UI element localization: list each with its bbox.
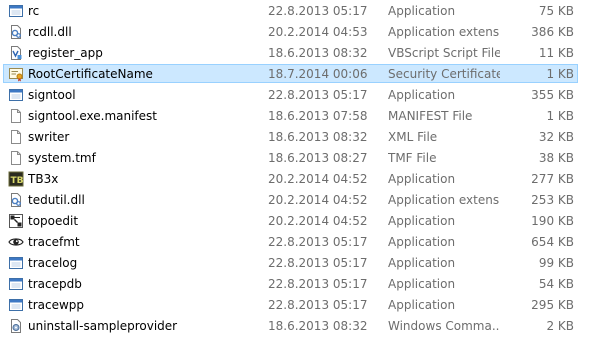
file-date-modified: 20.2.2014 04:52 <box>268 172 368 186</box>
file-size: 277 KB <box>531 172 574 186</box>
file-date-modified: 22.8.2013 05:17 <box>268 4 368 18</box>
blank-file-icon <box>11 109 21 123</box>
application-icon <box>9 299 23 311</box>
file-type: Application <box>388 4 456 18</box>
file-size: 54 KB <box>538 277 574 291</box>
file-type: XML File <box>388 130 438 144</box>
file-type: Application extens... <box>388 25 500 39</box>
file-row-signtool-exe-manifest[interactable]: signtool.exe.manifest 18.6.2013 07:58 MANI… <box>0 106 593 126</box>
eye-icon <box>8 238 24 246</box>
file-row-tedutil-dll[interactable]: tedutil.dll 20.2.2014 04:52 Application ex… <box>0 190 593 210</box>
file-row-tracefmt[interactable]: tracefmt 22.8.2013 05:17 Application 654 KB <box>0 232 593 252</box>
file-name: TB3x <box>28 172 59 186</box>
dll-icon <box>11 25 21 39</box>
file-row-tracelog[interactable]: tracelog 22.8.2013 05:17 Application 99 KB <box>0 253 593 273</box>
file-size: 38 KB <box>538 151 574 165</box>
file-row-tb3x[interactable]: TB TB3x 20.2.2014 04:52 Application 277 KB <box>0 169 593 189</box>
file-name: system.tmf <box>28 151 96 165</box>
certificate-icon <box>9 68 23 82</box>
topoedit-icon <box>9 214 23 228</box>
dll-icon <box>11 193 21 207</box>
file-name: tracepdb <box>28 277 82 291</box>
file-type: Application extens... <box>388 193 500 207</box>
file-type: Application <box>388 88 456 102</box>
file-row-rc[interactable]: rc 22.8.2013 05:17 Application 75 KB <box>0 1 593 21</box>
file-type: Application <box>388 256 456 270</box>
file-date-modified: 18.6.2013 08:32 <box>268 46 368 60</box>
file-type: Application <box>388 214 456 228</box>
file-row-rcdll-dll[interactable]: rcdll.dll 20.2.2014 04:53 Application exte… <box>0 22 593 42</box>
file-type: Security Certificate <box>388 67 500 81</box>
tb3x-icon: TB <box>8 171 24 187</box>
file-type: Application <box>388 298 456 312</box>
file-size: 1 KB <box>546 109 574 123</box>
file-name: signtool <box>28 88 76 102</box>
svg-text:TB: TB <box>11 176 24 186</box>
file-row-rootcertificatename[interactable]: RootCertificateName 18.7.2014 00:06 Securi… <box>0 64 593 84</box>
file-row-signtool[interactable]: signtool 22.8.2013 05:17 Application 355 KB <box>0 85 593 105</box>
application-icon <box>9 89 23 101</box>
application-icon <box>9 278 23 290</box>
file-name: uninstall-sampleprovider <box>28 319 178 333</box>
file-size: 253 KB <box>531 193 574 207</box>
file-type: Windows Comma... <box>388 319 500 333</box>
blank-file-icon <box>11 130 21 144</box>
file-row-topoedit[interactable]: topoedit 20.2.2014 04:52 Application 190 KB <box>0 211 593 231</box>
file-row-tracewpp[interactable]: tracewpp 22.8.2013 05:17 Application 295 KB <box>0 295 593 315</box>
file-name: tracefmt <box>28 235 80 249</box>
file-size: 295 KB <box>531 298 574 312</box>
file-name: rc <box>28 4 40 18</box>
file-size: 75 KB <box>538 4 574 18</box>
blank-file-icon <box>11 151 21 165</box>
application-icon <box>9 5 23 17</box>
file-name: swriter <box>28 130 70 144</box>
file-row-register-app[interactable]: register_app 18.6.2013 08:32 VBScript Scri… <box>0 43 593 63</box>
file-size: 355 KB <box>531 88 574 102</box>
file-size: 190 KB <box>531 214 574 228</box>
file-name: tedutil.dll <box>28 193 85 207</box>
vbscript-icon <box>11 46 22 60</box>
file-size: 2 KB <box>546 319 574 333</box>
cmd-script-icon <box>11 319 21 333</box>
file-size: 1 KB <box>546 67 574 81</box>
file-date-modified: 20.2.2014 04:52 <box>268 193 368 207</box>
file-date-modified: 22.8.2013 05:17 <box>268 298 368 312</box>
file-type: Application <box>388 277 456 291</box>
file-row-swriter[interactable]: swriter 18.6.2013 08:32 XML File 32 KB <box>0 127 593 147</box>
file-date-modified: 22.8.2013 05:17 <box>268 256 368 270</box>
file-size: 99 KB <box>538 256 574 270</box>
file-size: 654 KB <box>531 235 574 249</box>
file-type: VBScript Script File <box>388 46 500 60</box>
file-type: TMF File <box>388 151 437 165</box>
file-type: MANIFEST File <box>388 109 473 123</box>
file-date-modified: 20.2.2014 04:52 <box>268 214 368 228</box>
file-type: Application <box>388 172 456 186</box>
file-date-modified: 22.8.2013 05:17 <box>268 277 368 291</box>
file-size: 11 KB <box>538 46 574 60</box>
file-row-tracepdb[interactable]: tracepdb 22.8.2013 05:17 Application 54 KB <box>0 274 593 294</box>
file-size: 386 KB <box>531 25 574 39</box>
application-icon <box>9 257 23 269</box>
file-date-modified: 18.6.2013 08:32 <box>268 319 368 333</box>
file-date-modified: 18.6.2013 08:32 <box>268 130 368 144</box>
file-name: rcdll.dll <box>28 25 72 39</box>
file-name: tracelog <box>28 256 78 270</box>
file-date-modified: 22.8.2013 05:17 <box>268 88 368 102</box>
file-date-modified: 18.6.2013 07:58 <box>268 109 368 123</box>
file-name: tracewpp <box>28 298 85 312</box>
file-date-modified: 18.7.2014 00:06 <box>268 67 368 81</box>
file-size: 32 KB <box>538 130 574 144</box>
file-name: topoedit <box>28 214 79 228</box>
file-name: signtool.exe.manifest <box>28 109 157 123</box>
file-name: RootCertificateName <box>28 67 153 81</box>
file-row-system-tmf[interactable]: system.tmf 18.6.2013 08:27 TMF File 38 KB <box>0 148 593 168</box>
file-type: Application <box>388 235 456 249</box>
file-date-modified: 20.2.2014 04:53 <box>268 25 368 39</box>
file-list: rc 22.8.2013 05:17 Application 75 KB rcdll.d… <box>0 0 593 341</box>
file-name: register_app <box>28 46 103 60</box>
file-row-uninstall-sampleprovider[interactable]: uninstall-sampleprovider 18.6.2013 08:32 W… <box>0 316 593 336</box>
file-date-modified: 18.6.2013 08:27 <box>268 151 368 165</box>
file-date-modified: 22.8.2013 05:17 <box>268 235 368 249</box>
